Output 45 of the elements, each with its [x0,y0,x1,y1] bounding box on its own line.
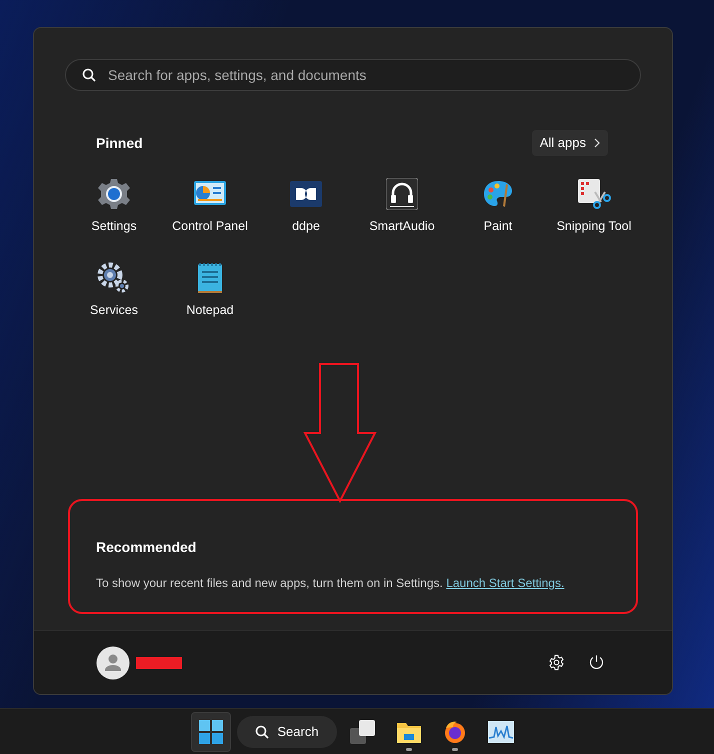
search-icon [82,68,96,82]
app-tile[interactable]: SmartAudio [354,164,450,248]
chevron-right-icon [594,138,600,148]
app-label: Snipping Tool [556,218,632,235]
fox-globe-icon [443,720,467,744]
gears-icon [97,262,131,294]
all-apps-button[interactable]: All apps [532,130,608,156]
settings-icon [548,654,564,671]
settings-link[interactable]: Launch Start Settings. [446,576,564,590]
search-field[interactable]: Search for apps, settings, and documents [65,59,641,91]
app-label: SmartAudio [369,218,435,235]
user-avatar-icon[interactable] [96,646,130,680]
app-tile[interactable]: ddpe [258,164,354,248]
app-label: Control Panel [172,218,248,235]
redaction-bar [136,656,182,668]
search-button[interactable]: Search [237,716,337,748]
app-label: ddpe [292,218,320,235]
search-input[interactable]: Search for apps, settings, and documents [108,64,624,86]
notepad-icon [197,262,223,294]
section-title: Recommended [96,538,198,557]
taskbar-button[interactable] [191,712,231,752]
double-d-logo-icon [290,180,322,207]
section-title: Pinned [96,134,143,152]
app-label: Settings [91,218,137,235]
app-label: Paint [484,218,512,235]
running-indicator [452,748,458,750]
control-panel-icon [193,180,227,208]
app-tile[interactable]: Notepad [162,248,258,332]
windows-logo-icon [199,720,223,744]
app-tile[interactable]: Settings [66,164,162,248]
power-icon [588,654,604,671]
app-label: Notepad [186,302,234,319]
app-tile[interactable]: Snipping Tool [546,164,642,248]
scissors-icon [577,178,611,210]
gear-icon [97,176,131,211]
app-tile[interactable]: Services [66,248,162,332]
overlapping-windows-icon [350,720,376,744]
recommended-message: To show your recent files and new apps, turn them on in Settings. Launch Start Settings. [96,575,566,592]
running-indicator [406,748,412,750]
app-label: Services [90,302,138,319]
chart-window-icon [488,720,514,742]
app-tile[interactable]: Control Panel [162,164,258,248]
search-icon [255,724,270,738]
app-tile[interactable]: Paint [450,164,546,248]
headphones-icon [386,178,418,210]
